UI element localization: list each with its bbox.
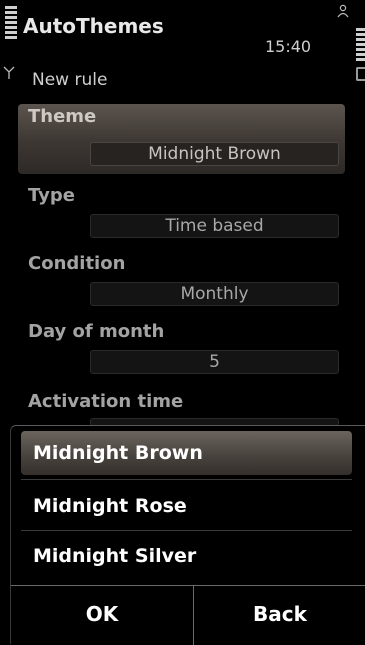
setting-label: Theme	[28, 106, 97, 127]
setting-label: Condition	[28, 253, 126, 274]
softkey-bar: OK Back	[11, 585, 365, 645]
setting-theme[interactable]: Theme Midnight Brown	[18, 104, 345, 174]
theme-choice-popup: Midnight Brown Midnight Rose Midnight Si…	[10, 425, 365, 645]
battery-icon	[356, 28, 365, 63]
ok-softkey[interactable]: OK	[11, 586, 194, 645]
keypad-lock-icon	[356, 67, 365, 81]
back-softkey[interactable]: Back	[194, 586, 365, 645]
clock: 15:40	[265, 37, 312, 56]
person-icon	[337, 4, 349, 18]
setting-value: 5	[90, 350, 339, 374]
app-title: AutoThemes	[23, 14, 164, 38]
setting-day-of-month[interactable]: Day of month 5	[18, 319, 345, 381]
status-bar: AutoThemes 15:40 New rule	[0, 0, 365, 100]
divider	[21, 479, 352, 480]
setting-label: Day of month	[28, 321, 165, 342]
setting-value: Monthly	[90, 282, 339, 306]
setting-condition[interactable]: Condition Monthly	[18, 251, 345, 313]
signal-strength-icon	[5, 6, 17, 41]
page-subtitle: New rule	[32, 70, 108, 90]
divider	[21, 530, 352, 531]
option-midnight-brown[interactable]: Midnight Brown	[21, 431, 352, 475]
setting-value: Time based	[90, 214, 339, 238]
setting-activation-time[interactable]: Activation time	[18, 389, 345, 429]
setting-label: Type	[28, 185, 75, 206]
setting-label: Activation time	[28, 391, 184, 412]
setting-value: Midnight Brown	[90, 142, 339, 166]
option-midnight-silver[interactable]: Midnight Silver	[21, 534, 352, 578]
option-midnight-rose[interactable]: Midnight Rose	[21, 484, 352, 528]
antenna-icon	[3, 66, 15, 79]
setting-type[interactable]: Type Time based	[18, 183, 345, 245]
